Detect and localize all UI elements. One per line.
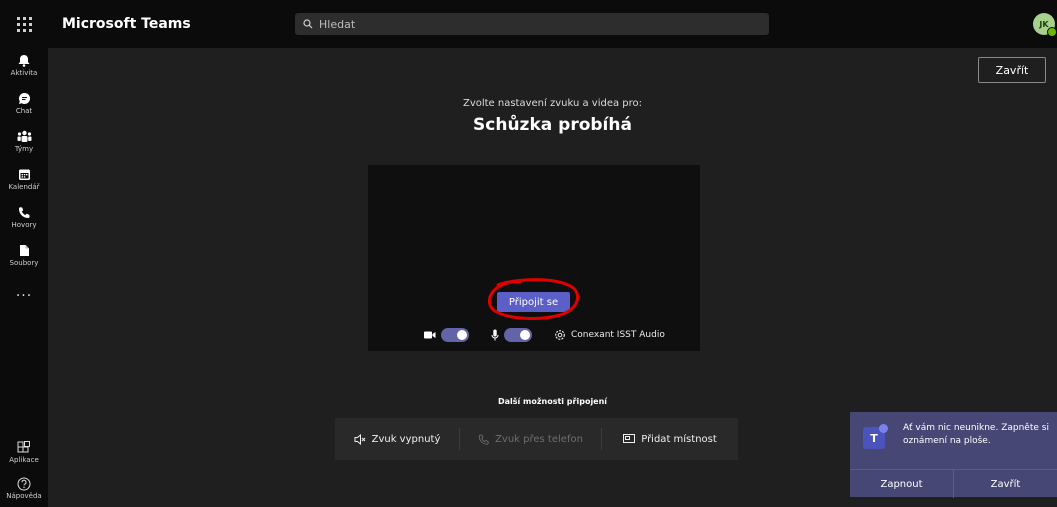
search-box[interactable] [295, 13, 769, 35]
rail-item-label: Nápověda [6, 492, 42, 500]
phone-audio-option[interactable]: Zvuk přes telefon [460, 418, 601, 460]
toast-close-button[interactable]: Zavřít [953, 470, 1057, 498]
rail-item-label: Aktivita [10, 68, 38, 77]
toast-actions: Zapnout Zavřít [850, 469, 1057, 498]
apps-icon [17, 441, 30, 453]
add-room-option[interactable]: Přidat místnost [602, 418, 738, 460]
more-options-title: Další možnosti připojení [497, 397, 608, 406]
avatar-initials: JK [1039, 19, 1049, 29]
phone-icon [18, 206, 30, 218]
add-room-label: Přidat místnost [641, 433, 717, 445]
toast-message: Ať vám nic neunikne. Zapněte si oznámení… [903, 423, 1049, 446]
rail-item-help[interactable]: Nápověda [0, 477, 48, 500]
rail-item-label: Kalendář [8, 182, 40, 191]
video-preview: Připojit se Conexant ISST Audio [368, 165, 700, 351]
rail-item-label: Týmy [14, 144, 34, 153]
avatar[interactable]: JK [1033, 13, 1057, 37]
file-icon [19, 244, 29, 256]
search-icon [303, 19, 313, 29]
rail-item-label: Hovory [11, 220, 37, 229]
join-options-bar: Zvuk vypnutý Zvuk přes telefon Přidat mí… [335, 418, 738, 460]
teams-logo-icon: T [863, 424, 888, 449]
close-button[interactable]: Zavřít [978, 57, 1046, 83]
rail-item-label: Soubory [9, 258, 39, 267]
enable-notifications-button[interactable]: Zapnout [850, 470, 953, 498]
rail-item-apps[interactable]: Aplikace [0, 441, 48, 464]
microphone-toggle[interactable] [504, 328, 532, 342]
app-title: Microsoft Teams [62, 16, 191, 32]
audio-device-label[interactable]: Conexant ISST Audio [571, 330, 665, 340]
top-bar: Microsoft Teams JK [0, 0, 1057, 48]
rail-item-calendar[interactable]: Kalendář [0, 162, 48, 196]
app-launcher-button[interactable] [0, 0, 48, 48]
audio-off-label: Zvuk vypnutý [371, 433, 441, 445]
gear-icon[interactable] [554, 329, 566, 341]
room-icon [623, 434, 636, 443]
meeting-title: Schůzka probíhá [473, 115, 632, 135]
camera-toggle[interactable] [441, 328, 469, 342]
microphone-icon [491, 329, 499, 341]
help-icon [17, 477, 31, 491]
phone-icon [478, 434, 489, 445]
audio-off-option[interactable]: Zvuk vypnutý [335, 418, 459, 460]
phone-audio-label: Zvuk přes telefon [495, 433, 583, 445]
join-button[interactable]: Připojit se [497, 292, 570, 312]
search-input[interactable] [317, 16, 741, 32]
rail-item-files[interactable]: Soubory [0, 238, 48, 272]
bell-icon [18, 54, 30, 67]
notification-toast: T Ať vám nic neunikne. Zapněte si oznáme… [850, 412, 1057, 498]
rail-item-calls[interactable]: Hovory [0, 200, 48, 234]
prejoin-subtitle: Zvolte nastavení zvuku a videa pro: [462, 98, 643, 109]
speaker-off-icon [354, 433, 365, 445]
media-controls: Conexant ISST Audio [424, 325, 665, 345]
calendar-icon [18, 169, 30, 180]
camera-icon [424, 331, 436, 339]
rail-item-label: Aplikace [9, 456, 39, 464]
presence-status-icon [1047, 27, 1057, 37]
rail-item-activity[interactable]: Aktivita [0, 48, 48, 82]
waffle-icon [16, 16, 32, 32]
more-apps-button[interactable]: ... [0, 285, 48, 302]
